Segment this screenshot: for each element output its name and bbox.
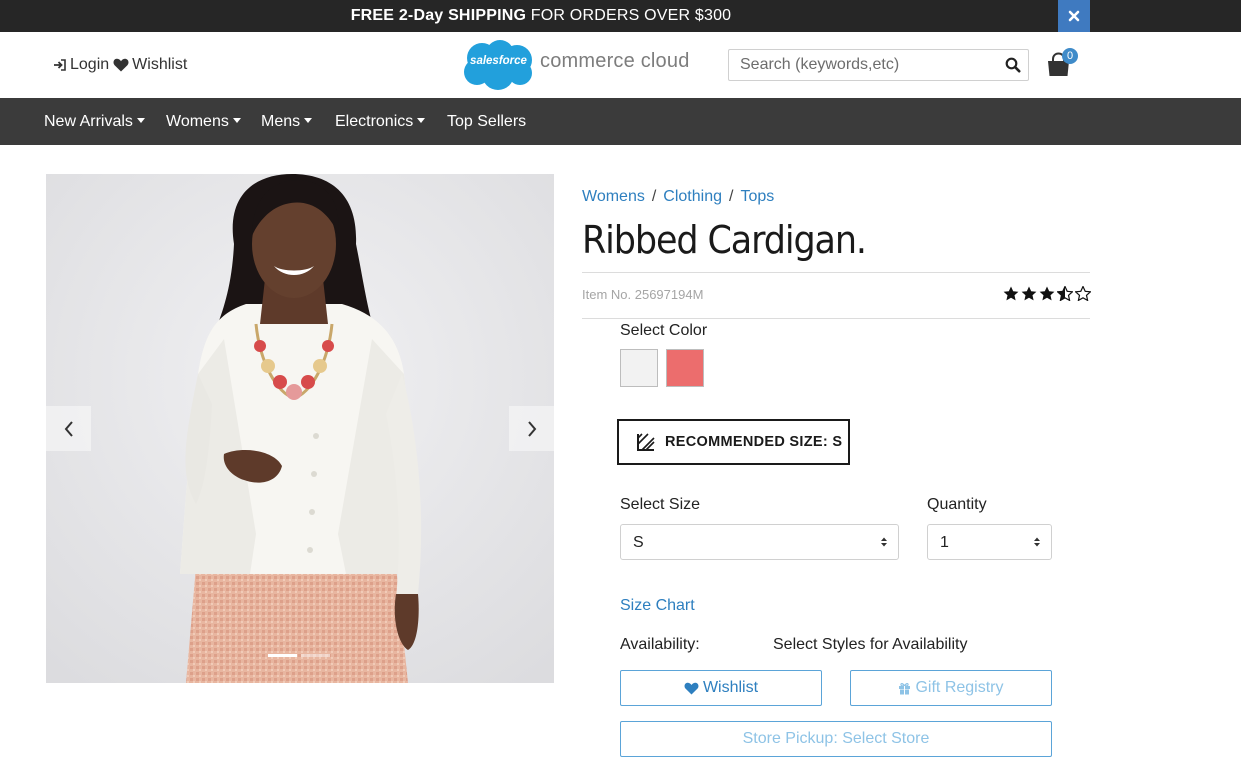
wishlist-button-label: Wishlist <box>702 679 759 696</box>
store-pickup-label: Store Pickup: Select Store <box>742 730 930 747</box>
nav-item-new-arrivals[interactable]: New Arrivals <box>44 98 145 145</box>
star-half-icon <box>1057 286 1073 301</box>
cart-count-badge: 0 <box>1062 48 1078 64</box>
search-box <box>728 49 1029 81</box>
add-to-wishlist-button[interactable]: Wishlist <box>620 670 822 706</box>
promo-text: FREE 2-Day SHIPPING FOR ORDERS OVER $300 <box>0 0 1082 32</box>
breadcrumb-separator: / <box>651 188 657 205</box>
cloud-logo-icon: salesforce <box>460 38 537 92</box>
quantity-label: Quantity <box>927 496 987 513</box>
size-select-value: S <box>633 534 644 551</box>
sign-in-icon <box>54 59 66 71</box>
main-nav: New Arrivals Womens Mens Electronics Top… <box>0 98 1241 145</box>
color-swatch-coral[interactable] <box>666 349 704 387</box>
star-full-icon <box>1021 286 1037 301</box>
breadcrumb-clothing[interactable]: Clothing <box>663 188 722 205</box>
wishlist-link[interactable]: Wishlist <box>113 56 187 74</box>
select-arrows-icon <box>1034 537 1040 547</box>
color-swatch-white[interactable] <box>620 349 658 387</box>
product-photo <box>46 174 554 683</box>
item-number: Item No. 25697194M <box>582 287 704 302</box>
product-title: Ribbed Cardigan. <box>582 218 867 262</box>
carousel-next-button[interactable] <box>509 406 554 451</box>
promo-close-button[interactable] <box>1058 0 1090 32</box>
breadcrumb-separator: / <box>729 188 734 205</box>
logo-cloud-text: salesforce <box>470 55 527 67</box>
gift-registry-label: Gift Registry <box>915 679 1004 696</box>
star-full-icon <box>1039 286 1055 301</box>
caret-down-icon <box>417 118 426 123</box>
chevron-right-icon <box>527 420 536 437</box>
login-label: Login <box>70 56 110 73</box>
product-image-carousel <box>46 174 554 683</box>
divider <box>582 272 1090 273</box>
nav-item-womens[interactable]: Womens <box>166 98 241 145</box>
promo-bold-lead: FREE 2-Day <box>350 7 444 24</box>
select-arrows-icon <box>881 537 887 547</box>
carousel-indicator[interactable] <box>268 654 297 657</box>
availability-value: Select Styles for Availability <box>773 636 968 653</box>
promo-banner: FREE 2-Day SHIPPING FOR ORDERS OVER $300 <box>0 0 1241 32</box>
select-size-label: Select Size <box>620 496 701 513</box>
heart-icon <box>113 58 129 72</box>
nav-item-electronics[interactable]: Electronics <box>335 98 426 145</box>
nav-item-top-sellers[interactable]: Top Sellers <box>447 98 526 145</box>
select-color-label: Select Color <box>620 322 708 339</box>
breadcrumb: Womens / Clothing / Tops <box>582 188 774 206</box>
search-icon <box>1005 57 1021 73</box>
gift-registry-button[interactable]: Gift Registry <box>850 670 1052 706</box>
star-full-icon <box>1003 286 1019 301</box>
nav-label: Womens <box>166 113 229 130</box>
availability-label: Availability: <box>620 636 700 653</box>
size-fit-icon <box>637 433 655 451</box>
quantity-select-value: 1 <box>940 534 949 551</box>
size-select[interactable]: S <box>620 524 899 560</box>
user-links: Login Wishlist <box>53 56 187 74</box>
caret-down-icon <box>232 118 241 123</box>
size-chart-link[interactable]: Size Chart <box>620 597 695 615</box>
breadcrumb-tops[interactable]: Tops <box>740 188 774 205</box>
site-header: Login Wishlist salesforce commerce cloud… <box>0 32 1241 98</box>
product-rating <box>1003 286 1093 301</box>
recommended-size-button[interactable]: RECOMMENDED SIZE: S <box>617 419 850 465</box>
star-empty-icon <box>1075 286 1091 301</box>
nav-item-mens[interactable]: Mens <box>261 98 313 145</box>
login-link[interactable]: Login <box>53 56 109 74</box>
close-icon <box>1068 10 1080 22</box>
wishlist-label: Wishlist <box>132 56 188 73</box>
divider <box>582 318 1090 319</box>
carousel-indicator[interactable] <box>301 654 330 657</box>
promo-rest: FOR ORDERS OVER $300 <box>530 7 732 24</box>
salesforce-logo[interactable]: salesforce commerce cloud <box>460 38 690 92</box>
heart-icon <box>684 682 699 695</box>
caret-down-icon <box>136 118 145 123</box>
chevron-left-icon <box>64 420 73 437</box>
breadcrumb-womens[interactable]: Womens <box>582 188 645 205</box>
nav-label: Top Sellers <box>447 113 527 130</box>
logo-wordmark: commerce cloud <box>540 49 690 72</box>
promo-bold-shipping: SHIPPING <box>448 7 527 24</box>
carousel-prev-button[interactable] <box>46 406 91 451</box>
quantity-select[interactable]: 1 <box>927 524 1052 560</box>
cart-button[interactable]: 0 <box>1046 48 1080 78</box>
nav-label: New Arrivals <box>44 113 133 130</box>
nav-label: Electronics <box>335 113 414 130</box>
store-pickup-button[interactable]: Store Pickup: Select Store <box>620 721 1052 757</box>
gift-icon <box>899 682 911 694</box>
search-input[interactable] <box>729 50 999 80</box>
search-button[interactable] <box>1005 57 1021 73</box>
nav-label: Mens <box>261 113 301 130</box>
caret-down-icon <box>304 118 313 123</box>
carousel-indicators <box>268 654 334 657</box>
recommended-size-label: RECOMMENDED SIZE: S <box>665 434 843 450</box>
